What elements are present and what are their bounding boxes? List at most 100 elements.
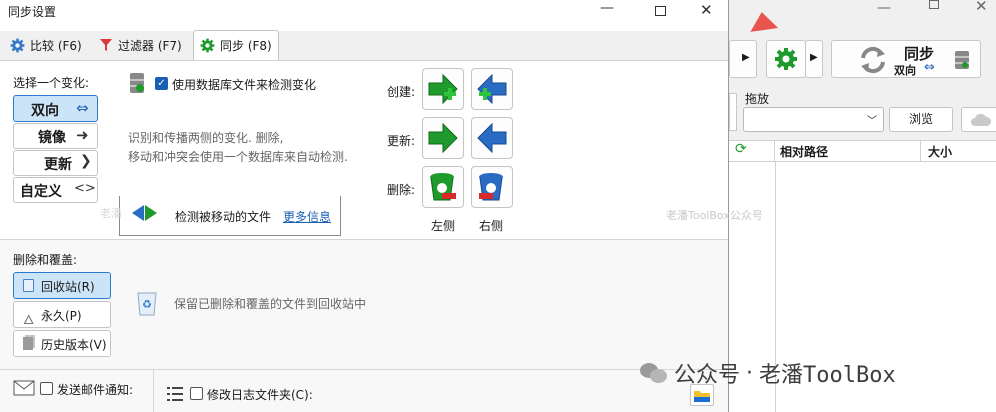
delete-right-button[interactable] — [471, 166, 513, 208]
mail-icon — [13, 380, 35, 396]
tab-compare[interactable]: 比较 (F6) — [4, 31, 88, 59]
cloud-icon — [971, 113, 992, 126]
description-line1: 识别和传播两侧的变化. 删除, — [128, 131, 284, 145]
bg-close-button[interactable]: ✕ — [975, 0, 988, 15]
bg-path-select[interactable]: ﹀ — [743, 107, 884, 132]
update-left-button[interactable] — [422, 117, 464, 159]
bg-browse-button[interactable]: 浏览 — [889, 107, 953, 132]
sync-settings-dialog: 同步设置 — ✕ 比较 (F6) 过滤器 (F7) 同步 (F8) 选择一个变化… — [0, 0, 763, 412]
watermark-name: 老潘ToolBox — [759, 363, 896, 388]
bg-grid-col-sep — [920, 140, 921, 162]
bg-cloud-button[interactable] — [961, 107, 996, 132]
use-db-label: 使用数据库文件来检测变化 — [172, 78, 317, 92]
arrow-right-icon — [145, 205, 157, 221]
delete-heading: 删除和覆盖: — [13, 253, 78, 267]
side-right-label: 右侧 — [479, 219, 504, 233]
minimize-button[interactable]: — — [600, 0, 614, 16]
log-folder-label: 修改日志文件夹(C): — [207, 388, 313, 402]
watermark-account: 公众号 — [674, 363, 741, 388]
gear-icon — [10, 38, 25, 52]
watermark-small: 老潘ToolBox公众号 — [666, 209, 763, 222]
versioning-button[interactable]: 历史版本(V) — [13, 330, 111, 357]
close-button[interactable]: ✕ — [700, 1, 713, 19]
tab-compare-label: 比较 (F6) — [30, 38, 82, 53]
bg-minimize-button[interactable]: — — [877, 0, 891, 16]
update-right-button[interactable] — [471, 117, 513, 159]
variant-custom-button[interactable]: 自定义 <> — [13, 177, 98, 203]
bg-left-stub — [729, 93, 737, 131]
watermark-faint: 老潘 — [100, 207, 122, 220]
dialog-title: 同步设置 — [8, 5, 57, 19]
create-left-button[interactable] — [422, 68, 464, 110]
green-arrow-plus-icon — [428, 73, 458, 105]
recycle-bin-icon: ♻ — [137, 292, 157, 316]
svg-text:♻: ♻ — [142, 298, 152, 311]
chevron-right-icon: ❯ — [80, 153, 92, 169]
use-db-checkbox[interactable]: ✓ — [155, 77, 168, 90]
variant-label: 镜像 — [38, 130, 66, 146]
email-checkbox[interactable] — [40, 382, 53, 395]
log-folder-checkbox[interactable] — [190, 387, 203, 400]
chevron-down-icon: ﹀ — [867, 116, 877, 127]
update-label: 更新: — [387, 134, 416, 148]
bg-gear-arrow[interactable]: ▶ — [805, 40, 823, 78]
bg-sync-button[interactable]: 同步 双向 ⇔ — [831, 40, 981, 78]
bg-drop-label: 拖放 — [745, 92, 770, 106]
create-right-button[interactable] — [471, 68, 513, 110]
stack-icon — [23, 337, 33, 350]
watermark-dot: · — [746, 360, 754, 386]
wechat-icon — [640, 361, 668, 385]
blue-arrow-plus-icon — [477, 73, 507, 105]
variant-mirror-button[interactable]: 镜像 ➜ — [13, 123, 98, 149]
delete-left-button[interactable] — [422, 166, 464, 208]
detect-moved-panel: 检测被移动的文件 更多信息 — [119, 196, 341, 236]
sync-arrows-icon — [861, 46, 885, 74]
blue-trash-icon — [479, 173, 503, 201]
recycle-bin-button[interactable]: 回收站(R) — [13, 272, 111, 299]
blue-arrow-left-icon — [477, 122, 507, 154]
bidirectional-arrow-icon: ⇔ — [924, 60, 935, 75]
tab-sync[interactable]: 同步 (F8) — [193, 30, 279, 60]
bg-maximize-button[interactable] — [929, 0, 939, 9]
bg-left-button-stub[interactable]: ▶ — [729, 40, 757, 78]
database-icon — [130, 73, 144, 93]
variant-label: 双向 — [31, 103, 59, 119]
recycle-bin-label: 回收站(R) — [41, 280, 95, 294]
title-bar: 同步设置 — ✕ — [0, 0, 728, 28]
description-line2: 移动和冲突会使用一个数据库来自动检测. — [128, 150, 348, 164]
email-label: 发送邮件通知: — [57, 383, 134, 397]
tab-filter[interactable]: 过滤器 (F7) — [93, 31, 188, 59]
side-left-label: 左侧 — [431, 219, 456, 233]
log-list-icon — [167, 387, 183, 401]
col-size[interactable]: 大小 — [928, 143, 952, 160]
permanent-button[interactable]: 🜂 永久(P) — [13, 301, 111, 328]
variant-update-button[interactable]: 更新 ❯ — [13, 150, 98, 176]
bg-grid-header-line — [775, 161, 996, 162]
bg-gear-button[interactable] — [766, 40, 806, 78]
flame-icon: 🜂 — [23, 313, 35, 328]
tab-sync-label: 同步 (F8) — [220, 39, 272, 53]
arrow-right-icon: ➜ — [76, 126, 89, 144]
red-triangle-marker — [747, 10, 779, 32]
angle-brackets-icon: <> — [74, 181, 96, 196]
col-relative-path[interactable]: 相对路径 — [780, 143, 828, 160]
arrow-left-icon — [132, 205, 144, 221]
arrow-bidirectional-icon: ⇔ — [76, 99, 89, 117]
variant-two-way-button[interactable]: 双向 ⇔ — [13, 95, 98, 122]
maximize-button[interactable] — [655, 6, 666, 16]
refresh-icon: ⟳ — [735, 141, 747, 157]
bottom-divider — [0, 369, 728, 370]
bg-grid-header-left: ⟳ — [729, 140, 775, 162]
variant-label: 更新 — [44, 157, 72, 173]
create-label: 创建: — [387, 85, 416, 99]
bottom-vsep — [153, 370, 154, 412]
variant-heading: 选择一个变化: — [13, 76, 90, 90]
more-info-link[interactable]: 更多信息 — [283, 208, 331, 225]
green-trash-icon — [430, 173, 456, 201]
watermark-overlay: 公众号 · 老潘ToolBox — [640, 356, 896, 390]
database-icon — [955, 51, 969, 69]
background-window: — ✕ ▶ ▶ 同步 双向 ⇔ 拖放 ﹀ 浏览 ⟳ 相对路径 大小 — [729, 0, 996, 412]
bg-sync-sub: 双向 — [894, 64, 916, 77]
delete-description: 保留已删除和覆盖的文件到回收站中 — [174, 297, 367, 311]
gear-icon — [775, 48, 797, 70]
